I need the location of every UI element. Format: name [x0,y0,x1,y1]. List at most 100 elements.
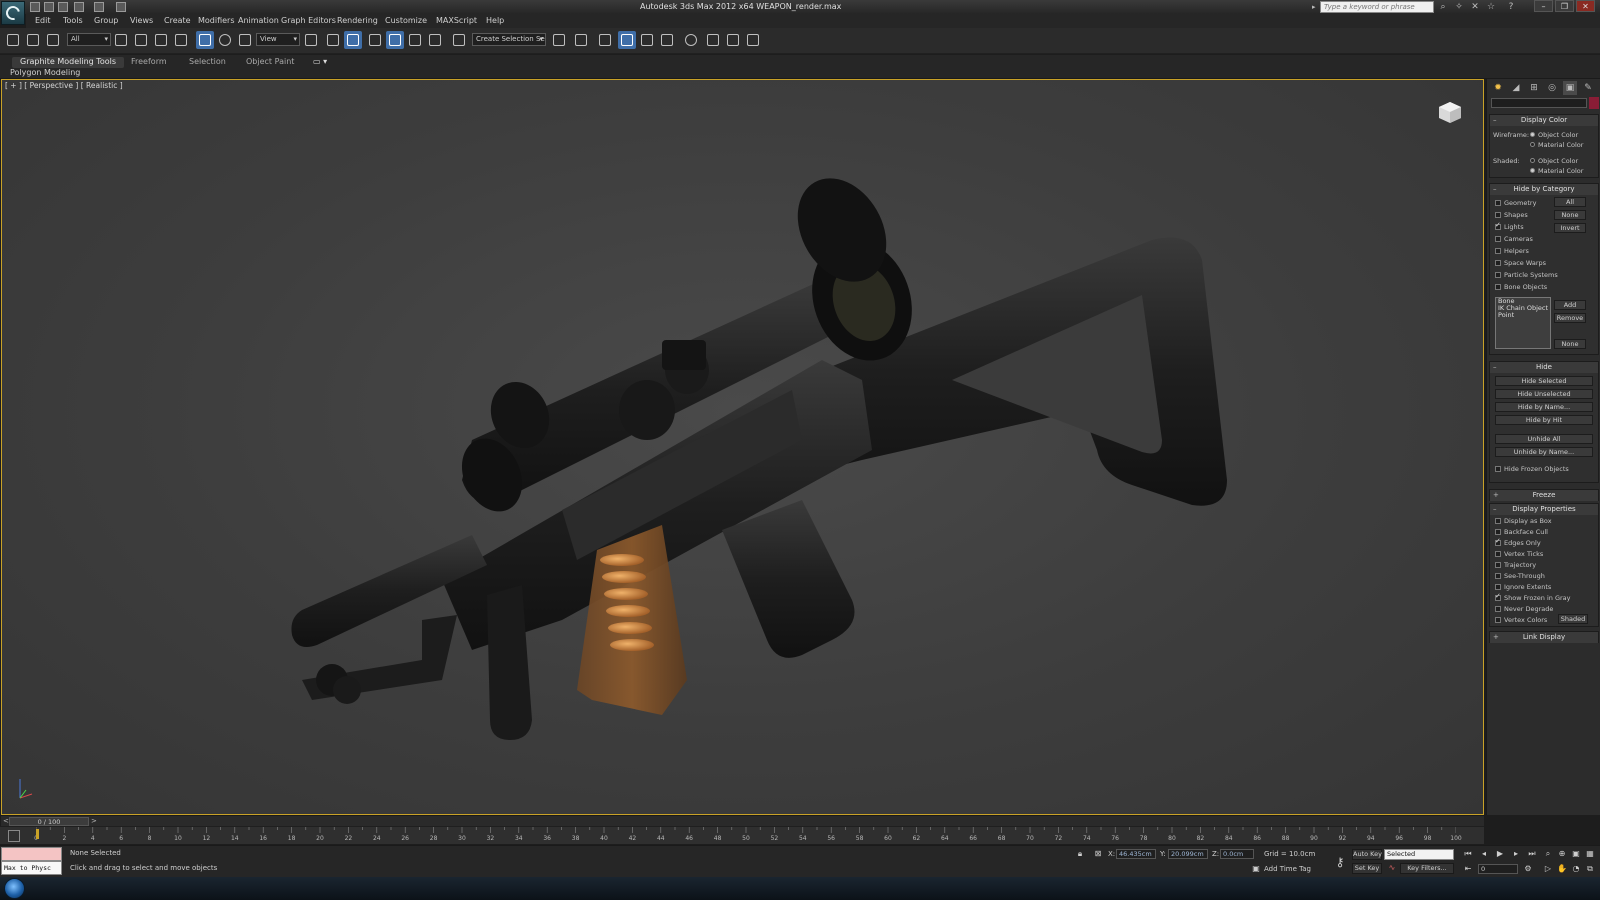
list-remove-button[interactable]: Remove [1554,313,1586,323]
show-frozen-in-gray-checkbox[interactable] [1495,592,1501,601]
play-icon[interactable]: ▶ [1494,848,1506,860]
menu-edit[interactable]: Edit [35,16,51,25]
rifle-model[interactable] [2,80,1484,815]
maximize-viewport-icon[interactable]: ⧉ [1584,863,1596,875]
reference-coordinate-dropdown[interactable]: View [256,33,300,46]
select-object-icon[interactable] [112,31,130,49]
zoom-icon[interactable]: ⌕ [1542,848,1554,860]
hide-selected-button[interactable]: Hide Selected [1495,376,1593,386]
list-add-button[interactable]: Add [1554,300,1586,310]
zoom-extents-icon[interactable]: ▣ [1570,848,1582,860]
x-icon[interactable]: ✕ [1470,2,1480,12]
hierarchy-tab-icon[interactable]: ⊞ [1527,81,1541,95]
menu-customize[interactable]: Customize [385,16,427,25]
x-coordinate-field[interactable]: 46.435cm [1116,849,1156,859]
material-editor-icon[interactable] [682,31,700,49]
render-setup-icon[interactable] [704,31,722,49]
rollout-display-properties-header[interactable]: – Display Properties [1490,504,1598,515]
menu-animation[interactable]: Animation [238,16,279,25]
search-expand-icon[interactable]: ▸ [1312,3,1316,11]
maxscript-input[interactable]: Max to Physc [1,861,62,875]
category-geometry-checkbox[interactable] [1495,200,1501,206]
auto-key-button[interactable]: Auto Key [1352,849,1382,860]
window-crossing-icon[interactable] [172,31,190,49]
field-of-view-icon[interactable]: ▷ [1542,863,1554,875]
align-icon[interactable] [572,31,590,49]
save-icon[interactable] [58,2,68,12]
backface-cull-checkbox[interactable] [1495,529,1501,535]
layer-manager-icon[interactable] [596,31,614,49]
rollout-display-color-header[interactable]: – Display Color [1490,115,1598,126]
goto-end-icon[interactable]: ⏭ [1526,848,1538,860]
spinner-snap-icon[interactable] [426,31,444,49]
key-filter-curve-icon[interactable]: ∿ [1386,862,1398,874]
perspective-viewport[interactable]: [ + ] [ Perspective ] [ Realistic ] [1,79,1484,815]
undo-icon[interactable] [74,2,84,12]
hide-by-name-button[interactable]: Hide by Name... [1495,402,1593,412]
named-selection-dropdown[interactable]: Create Selection Se [472,33,546,46]
render-production-icon[interactable] [744,31,762,49]
goto-start-icon[interactable]: ⏮ [1462,848,1474,860]
maxscript-listener[interactable]: Max to Physc [1,847,62,876]
new-file-icon[interactable] [30,2,40,12]
pan-view-icon[interactable]: ✋ [1556,863,1568,875]
category-all-button[interactable]: All [1554,197,1586,207]
category-cameras-checkbox[interactable] [1495,236,1501,242]
absolute-mode-icon[interactable]: ⊠ [1092,848,1104,860]
tab-object-paint[interactable]: Object Paint [246,57,294,68]
select-and-move-icon[interactable] [196,31,214,49]
current-frame-field[interactable]: 0 [1478,864,1518,874]
app-logo-icon[interactable] [1,1,25,25]
project-folder-icon[interactable] [116,2,126,12]
percent-snap-icon[interactable] [406,31,424,49]
hide-unselected-button[interactable]: Hide Unselected [1495,389,1593,399]
shaded-object-color-radio[interactable] [1530,158,1535,163]
create-tab-icon[interactable]: ✹ [1491,81,1505,95]
rollout-hide-header[interactable]: – Hide [1490,362,1598,373]
list-none-button[interactable]: None [1554,339,1586,349]
wireframe-object-color-radio[interactable] [1530,132,1535,137]
category-bone-objects-checkbox[interactable] [1495,284,1501,290]
time-slider-prev-icon[interactable]: < [3,817,9,825]
rollout-hide-by-category-header[interactable]: – Hide by Category [1490,184,1598,195]
maxscript-output[interactable] [1,847,62,861]
orbit-icon[interactable]: ◔ [1570,863,1582,875]
favorites-star-icon[interactable]: ☆ [1486,2,1496,12]
pivot-center-icon[interactable] [302,31,320,49]
bind-to-space-warp-icon[interactable] [44,31,62,49]
rollout-link-display-header[interactable]: + Link Display [1490,632,1598,643]
add-time-tag[interactable]: Add Time Tag [1264,865,1311,873]
zoom-all-icon[interactable]: ⊕ [1556,848,1568,860]
menu-tools[interactable]: Tools [63,16,83,25]
time-tag-icon[interactable]: ▣ [1250,863,1262,875]
vertex-ticks-checkbox[interactable] [1495,551,1501,557]
menu-rendering[interactable]: Rendering [337,16,378,25]
time-configuration-icon[interactable]: ⚙ [1522,863,1534,875]
curve-editor-icon[interactable] [638,31,656,49]
unlink-selection-icon[interactable] [24,31,42,49]
z-coordinate-field[interactable]: 0.0cm [1220,849,1254,859]
edit-named-selection-icon[interactable] [450,31,468,49]
see-through-checkbox[interactable] [1495,573,1501,579]
selection-filter-dropdown[interactable]: All [67,33,111,46]
category-invert-button[interactable]: Invert [1554,223,1586,233]
motion-tab-icon[interactable]: ◎ [1545,81,1559,95]
hide-by-hit-button[interactable]: Hide by Hit [1495,415,1593,425]
select-and-rotate-icon[interactable] [216,31,234,49]
binoculars-icon[interactable]: ⌕ [1438,2,1448,12]
lock-selection-icon[interactable]: 🔒︎ [1074,848,1086,860]
category-helpers-checkbox[interactable] [1495,248,1501,254]
current-frame-marker[interactable] [36,829,39,839]
schematic-view-icon[interactable] [658,31,676,49]
menu-group[interactable]: Group [94,16,118,25]
rollout-freeze-header[interactable]: + Freeze [1490,490,1598,501]
tab-freeform[interactable]: Freeform [131,57,167,68]
vertex-colors-shaded-button[interactable]: Shaded [1558,614,1588,624]
rendered-frame-window-icon[interactable] [724,31,742,49]
search-input[interactable] [1321,2,1433,12]
start-button[interactable] [4,878,25,899]
category-shapes-checkbox[interactable] [1495,212,1501,218]
list-item[interactable]: Point [1496,312,1550,319]
mirror-icon[interactable] [550,31,568,49]
close-button[interactable]: ✕ [1576,0,1595,12]
